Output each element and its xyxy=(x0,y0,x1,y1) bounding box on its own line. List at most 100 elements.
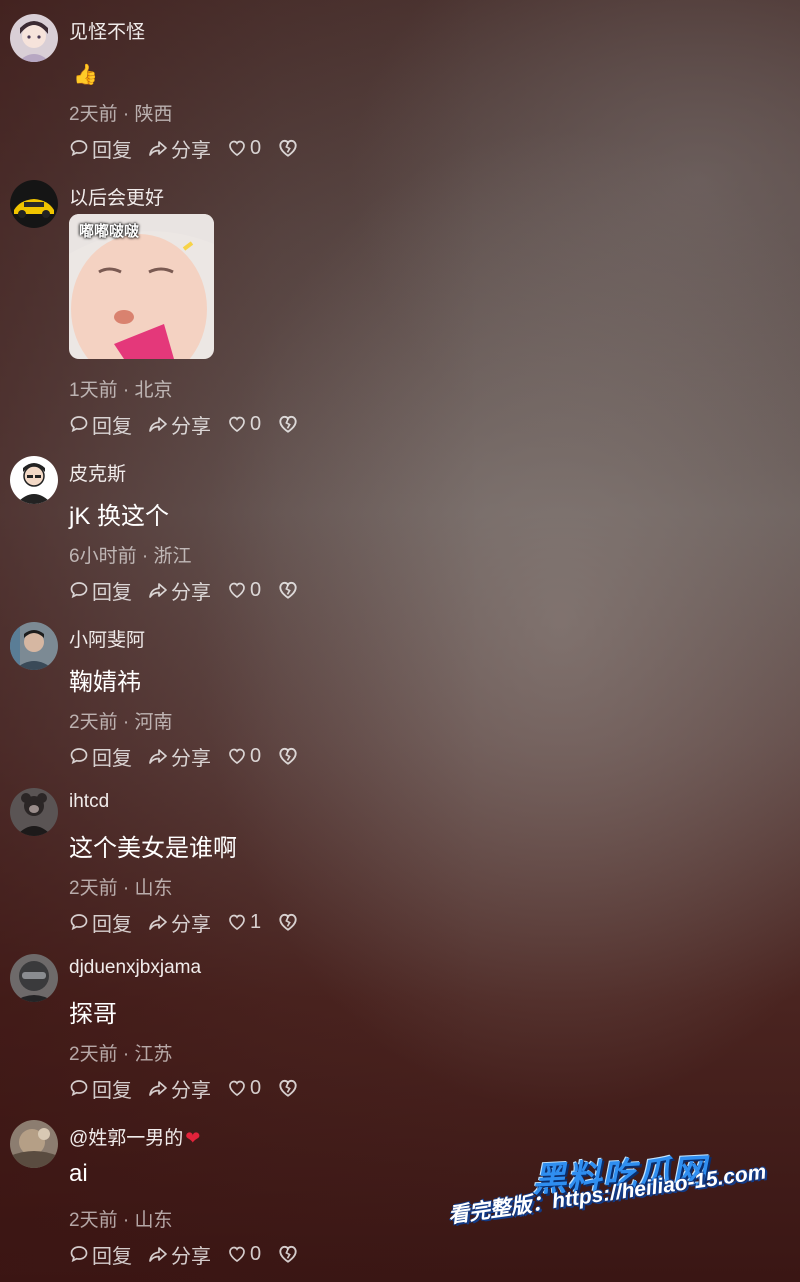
comment-actions: 回复 分享 0 xyxy=(69,1240,318,1269)
share-arrow-icon xyxy=(149,749,167,764)
comment-meta: 2天前 · 山东 xyxy=(69,873,172,900)
like-count: 0 xyxy=(250,1076,262,1099)
reply-button[interactable]: 回复 xyxy=(69,908,132,937)
share-button[interactable]: 分享 xyxy=(148,134,211,163)
comment-meta: 2天前 · 江苏 xyxy=(69,1039,172,1066)
comment-actions: 回复 分享 0 xyxy=(69,576,318,605)
meta-separator: · xyxy=(141,546,149,567)
dislike-button[interactable] xyxy=(277,745,302,767)
comment-time: 2天前 xyxy=(69,1044,118,1065)
sticker-image[interactable]: 嘟嘟啵啵 xyxy=(69,214,214,359)
comment-username[interactable]: 皮克斯 xyxy=(69,459,126,486)
heart-outline-icon xyxy=(229,416,245,433)
comment-username[interactable]: 见怪不怪 xyxy=(69,17,145,44)
like-button[interactable]: 0 xyxy=(227,413,261,436)
meta-separator: · xyxy=(122,380,130,401)
username-text: @姓郭一男的 xyxy=(69,1128,184,1149)
share-button[interactable]: 分享 xyxy=(148,576,211,605)
comment-meta: 1天前 · 北京 xyxy=(69,375,172,402)
share-button[interactable]: 分享 xyxy=(148,1074,211,1103)
comment-bubble-icon xyxy=(70,1246,88,1263)
share-button[interactable]: 分享 xyxy=(148,410,211,439)
comment-username[interactable]: @姓郭一男的 ❤ xyxy=(69,1123,200,1150)
like-count: 1 xyxy=(250,910,262,933)
share-arrow-icon xyxy=(149,915,167,930)
reply-button[interactable]: 回复 xyxy=(69,1074,132,1103)
comment-actions: 回复 分享 0 xyxy=(69,410,318,439)
reply-button[interactable]: 回复 xyxy=(69,742,132,771)
avatar[interactable] xyxy=(10,788,58,836)
avatar[interactable] xyxy=(10,954,58,1002)
comment-time: 2天前 xyxy=(69,878,118,899)
sticker-caption: 嘟嘟啵啵 xyxy=(79,223,140,240)
comment-location: 浙江 xyxy=(153,546,192,567)
comment-bubble-icon xyxy=(70,748,88,765)
broken-heart-icon xyxy=(279,747,297,765)
like-count: 0 xyxy=(250,578,262,601)
dislike-button[interactable] xyxy=(277,1077,302,1099)
dislike-button[interactable] xyxy=(277,911,302,933)
like-button[interactable]: 0 xyxy=(227,1243,261,1266)
share-button[interactable]: 分享 xyxy=(148,908,211,937)
share-label: 分享 xyxy=(171,581,211,604)
comment-username[interactable]: ihtcd xyxy=(69,791,109,813)
meta-separator: · xyxy=(122,712,130,733)
comment-meta: 2天前 · 河南 xyxy=(69,707,172,734)
comment-username[interactable]: 小阿斐阿 xyxy=(69,625,145,652)
meta-separator: · xyxy=(122,1044,130,1065)
comment-location: 陕西 xyxy=(134,104,173,125)
dislike-button[interactable] xyxy=(277,413,302,435)
reply-button[interactable]: 回复 xyxy=(69,134,132,163)
red-heart-icon: ❤ xyxy=(185,1128,201,1148)
avatar[interactable] xyxy=(10,1120,58,1168)
comment-bubble-icon xyxy=(70,140,88,157)
share-label: 分享 xyxy=(171,1079,211,1102)
share-button[interactable]: 分享 xyxy=(148,1240,211,1269)
heart-outline-icon xyxy=(229,1080,245,1097)
comment-actions: 回复 分享 0 xyxy=(69,742,318,771)
meta-separator: · xyxy=(122,878,130,899)
comment-time: 1天前 xyxy=(69,380,118,401)
comment-bubble-icon xyxy=(70,914,88,931)
like-button[interactable]: 0 xyxy=(227,745,261,768)
meta-separator: · xyxy=(122,104,130,125)
avatar[interactable] xyxy=(10,622,58,670)
avatar[interactable] xyxy=(10,14,58,62)
like-button[interactable]: 0 xyxy=(227,137,261,160)
dislike-button[interactable] xyxy=(277,137,302,159)
comment-actions: 回复 分享 1 xyxy=(69,908,318,937)
dislike-button[interactable] xyxy=(277,579,302,601)
comment-text: 鞠婧祎 xyxy=(69,669,141,696)
share-button[interactable]: 分享 xyxy=(148,742,211,771)
comment-text: jK 换这个 xyxy=(69,503,170,530)
comment-time: 2天前 xyxy=(69,712,118,733)
reply-label: 回复 xyxy=(92,1079,132,1102)
like-button[interactable]: 0 xyxy=(227,1077,261,1100)
like-count: 0 xyxy=(250,136,262,159)
heart-outline-icon xyxy=(229,582,245,599)
like-button[interactable]: 0 xyxy=(227,579,261,602)
broken-heart-icon xyxy=(279,913,297,931)
broken-heart-icon xyxy=(279,1245,297,1263)
avatar[interactable] xyxy=(10,180,58,228)
meta-separator: · xyxy=(122,1210,130,1231)
reply-label: 回复 xyxy=(92,415,132,438)
avatar[interactable] xyxy=(10,456,58,504)
broken-heart-icon xyxy=(279,581,297,599)
comment-location: 山东 xyxy=(134,878,173,899)
reply-label: 回复 xyxy=(92,913,132,936)
share-label: 分享 xyxy=(171,1245,211,1268)
comment-username[interactable]: 以后会更好 xyxy=(69,183,164,210)
dislike-button[interactable] xyxy=(277,1243,302,1265)
comment-actions: 回复 分享 0 xyxy=(69,1074,318,1103)
reply-button[interactable]: 回复 xyxy=(69,410,132,439)
heart-outline-icon xyxy=(229,914,245,931)
comment-username[interactable]: djduenxjbxjama xyxy=(69,957,201,979)
like-count: 0 xyxy=(250,744,262,767)
comment-time: 6小时前 xyxy=(69,546,137,567)
like-button[interactable]: 1 xyxy=(227,911,261,934)
reply-button[interactable]: 回复 xyxy=(69,576,132,605)
comment-bubble-icon xyxy=(70,1080,88,1097)
share-label: 分享 xyxy=(171,415,211,438)
reply-button[interactable]: 回复 xyxy=(69,1240,132,1269)
